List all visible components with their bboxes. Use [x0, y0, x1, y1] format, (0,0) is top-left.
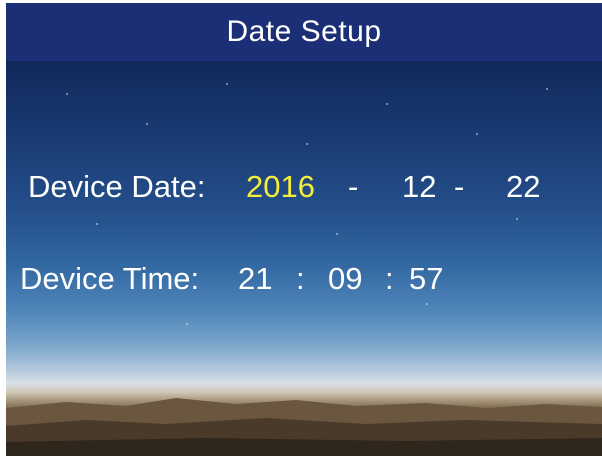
date-separator: -	[348, 169, 359, 204]
device-time-label: Device Time:	[20, 261, 200, 296]
page-title: Date Setup	[226, 15, 382, 48]
day-field[interactable]: 22	[506, 169, 540, 205]
date-separator: -	[454, 169, 465, 204]
hour-field[interactable]: 21	[238, 261, 272, 297]
date-setup-screen: Date Setup Device Date: 2016 - 12 - 22 D…	[6, 3, 602, 456]
device-date-label: Device Date:	[28, 169, 206, 204]
minute-field[interactable]: 09	[328, 261, 362, 297]
landscape-horizon	[6, 398, 602, 456]
title-bar: Date Setup	[6, 3, 602, 61]
month-field[interactable]: 12	[402, 169, 436, 205]
second-field[interactable]: 57	[409, 261, 443, 297]
time-separator: :	[296, 261, 305, 296]
time-separator: :	[385, 261, 394, 296]
year-field[interactable]: 2016	[246, 169, 315, 205]
